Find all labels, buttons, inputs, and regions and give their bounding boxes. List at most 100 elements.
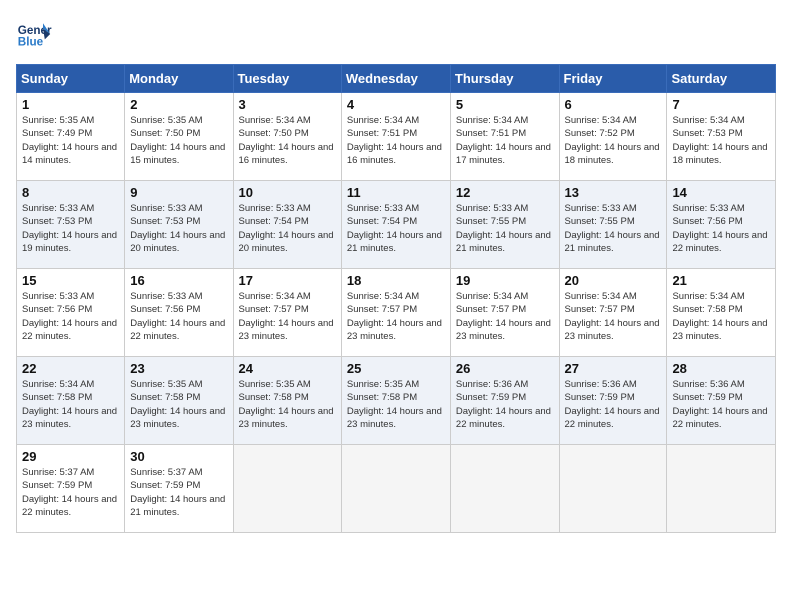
calendar-week-row: 29 Sunrise: 5:37 AM Sunset: 7:59 PM Dayl… (17, 445, 776, 533)
day-number: 13 (565, 185, 662, 200)
day-number: 11 (347, 185, 445, 200)
day-number: 16 (130, 273, 227, 288)
day-info: Sunrise: 5:36 AM Sunset: 7:59 PM Dayligh… (565, 378, 662, 431)
calendar-day-cell: 28 Sunrise: 5:36 AM Sunset: 7:59 PM Dayl… (667, 357, 776, 445)
calendar-day-cell: 1 Sunrise: 5:35 AM Sunset: 7:49 PM Dayli… (17, 93, 125, 181)
day-info: Sunrise: 5:33 AM Sunset: 7:55 PM Dayligh… (565, 202, 662, 255)
calendar-day-cell: 21 Sunrise: 5:34 AM Sunset: 7:58 PM Dayl… (667, 269, 776, 357)
day-number: 2 (130, 97, 227, 112)
day-info: Sunrise: 5:33 AM Sunset: 7:53 PM Dayligh… (130, 202, 227, 255)
day-number: 1 (22, 97, 119, 112)
day-info: Sunrise: 5:34 AM Sunset: 7:53 PM Dayligh… (672, 114, 770, 167)
calendar-day-cell: 16 Sunrise: 5:33 AM Sunset: 7:56 PM Dayl… (125, 269, 233, 357)
day-info: Sunrise: 5:33 AM Sunset: 7:56 PM Dayligh… (130, 290, 227, 343)
day-number: 6 (565, 97, 662, 112)
calendar-day-cell: 17 Sunrise: 5:34 AM Sunset: 7:57 PM Dayl… (233, 269, 341, 357)
calendar-day-cell (233, 445, 341, 533)
day-info: Sunrise: 5:33 AM Sunset: 7:54 PM Dayligh… (239, 202, 336, 255)
calendar-day-cell: 14 Sunrise: 5:33 AM Sunset: 7:56 PM Dayl… (667, 181, 776, 269)
day-info: Sunrise: 5:34 AM Sunset: 7:57 PM Dayligh… (347, 290, 445, 343)
day-number: 18 (347, 273, 445, 288)
calendar-day-cell: 11 Sunrise: 5:33 AM Sunset: 7:54 PM Dayl… (341, 181, 450, 269)
calendar-day-cell: 5 Sunrise: 5:34 AM Sunset: 7:51 PM Dayli… (450, 93, 559, 181)
logo-icon: General Blue (16, 16, 52, 52)
calendar-week-row: 22 Sunrise: 5:34 AM Sunset: 7:58 PM Dayl… (17, 357, 776, 445)
calendar-day-cell (667, 445, 776, 533)
day-info: Sunrise: 5:34 AM Sunset: 7:57 PM Dayligh… (239, 290, 336, 343)
day-number: 28 (672, 361, 770, 376)
day-info: Sunrise: 5:34 AM Sunset: 7:58 PM Dayligh… (672, 290, 770, 343)
day-number: 21 (672, 273, 770, 288)
calendar-day-cell: 29 Sunrise: 5:37 AM Sunset: 7:59 PM Dayl… (17, 445, 125, 533)
calendar-day-cell: 30 Sunrise: 5:37 AM Sunset: 7:59 PM Dayl… (125, 445, 233, 533)
day-number: 14 (672, 185, 770, 200)
day-number: 5 (456, 97, 554, 112)
day-info: Sunrise: 5:34 AM Sunset: 7:52 PM Dayligh… (565, 114, 662, 167)
calendar-week-row: 1 Sunrise: 5:35 AM Sunset: 7:49 PM Dayli… (17, 93, 776, 181)
calendar-week-row: 8 Sunrise: 5:33 AM Sunset: 7:53 PM Dayli… (17, 181, 776, 269)
day-number: 23 (130, 361, 227, 376)
weekday-header: Sunday (17, 65, 125, 93)
calendar-day-cell: 2 Sunrise: 5:35 AM Sunset: 7:50 PM Dayli… (125, 93, 233, 181)
calendar-day-cell: 26 Sunrise: 5:36 AM Sunset: 7:59 PM Dayl… (450, 357, 559, 445)
calendar-day-cell: 13 Sunrise: 5:33 AM Sunset: 7:55 PM Dayl… (559, 181, 667, 269)
day-info: Sunrise: 5:37 AM Sunset: 7:59 PM Dayligh… (130, 466, 227, 519)
day-number: 27 (565, 361, 662, 376)
day-number: 29 (22, 449, 119, 464)
svg-text:Blue: Blue (18, 36, 44, 49)
calendar-day-cell: 12 Sunrise: 5:33 AM Sunset: 7:55 PM Dayl… (450, 181, 559, 269)
calendar-day-cell: 3 Sunrise: 5:34 AM Sunset: 7:50 PM Dayli… (233, 93, 341, 181)
calendar-day-cell: 6 Sunrise: 5:34 AM Sunset: 7:52 PM Dayli… (559, 93, 667, 181)
calendar-day-cell: 27 Sunrise: 5:36 AM Sunset: 7:59 PM Dayl… (559, 357, 667, 445)
day-info: Sunrise: 5:35 AM Sunset: 7:50 PM Dayligh… (130, 114, 227, 167)
day-number: 20 (565, 273, 662, 288)
day-info: Sunrise: 5:34 AM Sunset: 7:51 PM Dayligh… (347, 114, 445, 167)
day-info: Sunrise: 5:34 AM Sunset: 7:50 PM Dayligh… (239, 114, 336, 167)
calendar-day-cell: 22 Sunrise: 5:34 AM Sunset: 7:58 PM Dayl… (17, 357, 125, 445)
day-info: Sunrise: 5:35 AM Sunset: 7:58 PM Dayligh… (347, 378, 445, 431)
calendar-header-row: SundayMondayTuesdayWednesdayThursdayFrid… (17, 65, 776, 93)
calendar-day-cell: 4 Sunrise: 5:34 AM Sunset: 7:51 PM Dayli… (341, 93, 450, 181)
calendar-table: SundayMondayTuesdayWednesdayThursdayFrid… (16, 64, 776, 533)
day-info: Sunrise: 5:35 AM Sunset: 7:58 PM Dayligh… (130, 378, 227, 431)
day-info: Sunrise: 5:34 AM Sunset: 7:51 PM Dayligh… (456, 114, 554, 167)
day-number: 4 (347, 97, 445, 112)
day-number: 3 (239, 97, 336, 112)
calendar-day-cell: 20 Sunrise: 5:34 AM Sunset: 7:57 PM Dayl… (559, 269, 667, 357)
day-info: Sunrise: 5:33 AM Sunset: 7:56 PM Dayligh… (672, 202, 770, 255)
day-number: 7 (672, 97, 770, 112)
weekday-header: Monday (125, 65, 233, 93)
day-number: 17 (239, 273, 336, 288)
day-info: Sunrise: 5:33 AM Sunset: 7:54 PM Dayligh… (347, 202, 445, 255)
day-number: 19 (456, 273, 554, 288)
day-info: Sunrise: 5:34 AM Sunset: 7:57 PM Dayligh… (565, 290, 662, 343)
page-header: General Blue (16, 16, 776, 52)
calendar-day-cell (559, 445, 667, 533)
calendar-day-cell (450, 445, 559, 533)
day-info: Sunrise: 5:33 AM Sunset: 7:55 PM Dayligh… (456, 202, 554, 255)
logo: General Blue (16, 16, 52, 52)
weekday-header: Tuesday (233, 65, 341, 93)
calendar-day-cell: 15 Sunrise: 5:33 AM Sunset: 7:56 PM Dayl… (17, 269, 125, 357)
day-number: 8 (22, 185, 119, 200)
day-number: 15 (22, 273, 119, 288)
calendar-day-cell: 8 Sunrise: 5:33 AM Sunset: 7:53 PM Dayli… (17, 181, 125, 269)
calendar-day-cell: 10 Sunrise: 5:33 AM Sunset: 7:54 PM Dayl… (233, 181, 341, 269)
weekday-header: Friday (559, 65, 667, 93)
calendar-week-row: 15 Sunrise: 5:33 AM Sunset: 7:56 PM Dayl… (17, 269, 776, 357)
day-number: 25 (347, 361, 445, 376)
calendar-day-cell: 9 Sunrise: 5:33 AM Sunset: 7:53 PM Dayli… (125, 181, 233, 269)
day-number: 24 (239, 361, 336, 376)
day-info: Sunrise: 5:36 AM Sunset: 7:59 PM Dayligh… (456, 378, 554, 431)
day-number: 30 (130, 449, 227, 464)
day-number: 26 (456, 361, 554, 376)
calendar-day-cell (341, 445, 450, 533)
day-info: Sunrise: 5:34 AM Sunset: 7:58 PM Dayligh… (22, 378, 119, 431)
day-number: 9 (130, 185, 227, 200)
day-info: Sunrise: 5:36 AM Sunset: 7:59 PM Dayligh… (672, 378, 770, 431)
day-info: Sunrise: 5:33 AM Sunset: 7:53 PM Dayligh… (22, 202, 119, 255)
day-number: 12 (456, 185, 554, 200)
day-info: Sunrise: 5:35 AM Sunset: 7:49 PM Dayligh… (22, 114, 119, 167)
day-info: Sunrise: 5:35 AM Sunset: 7:58 PM Dayligh… (239, 378, 336, 431)
day-info: Sunrise: 5:34 AM Sunset: 7:57 PM Dayligh… (456, 290, 554, 343)
